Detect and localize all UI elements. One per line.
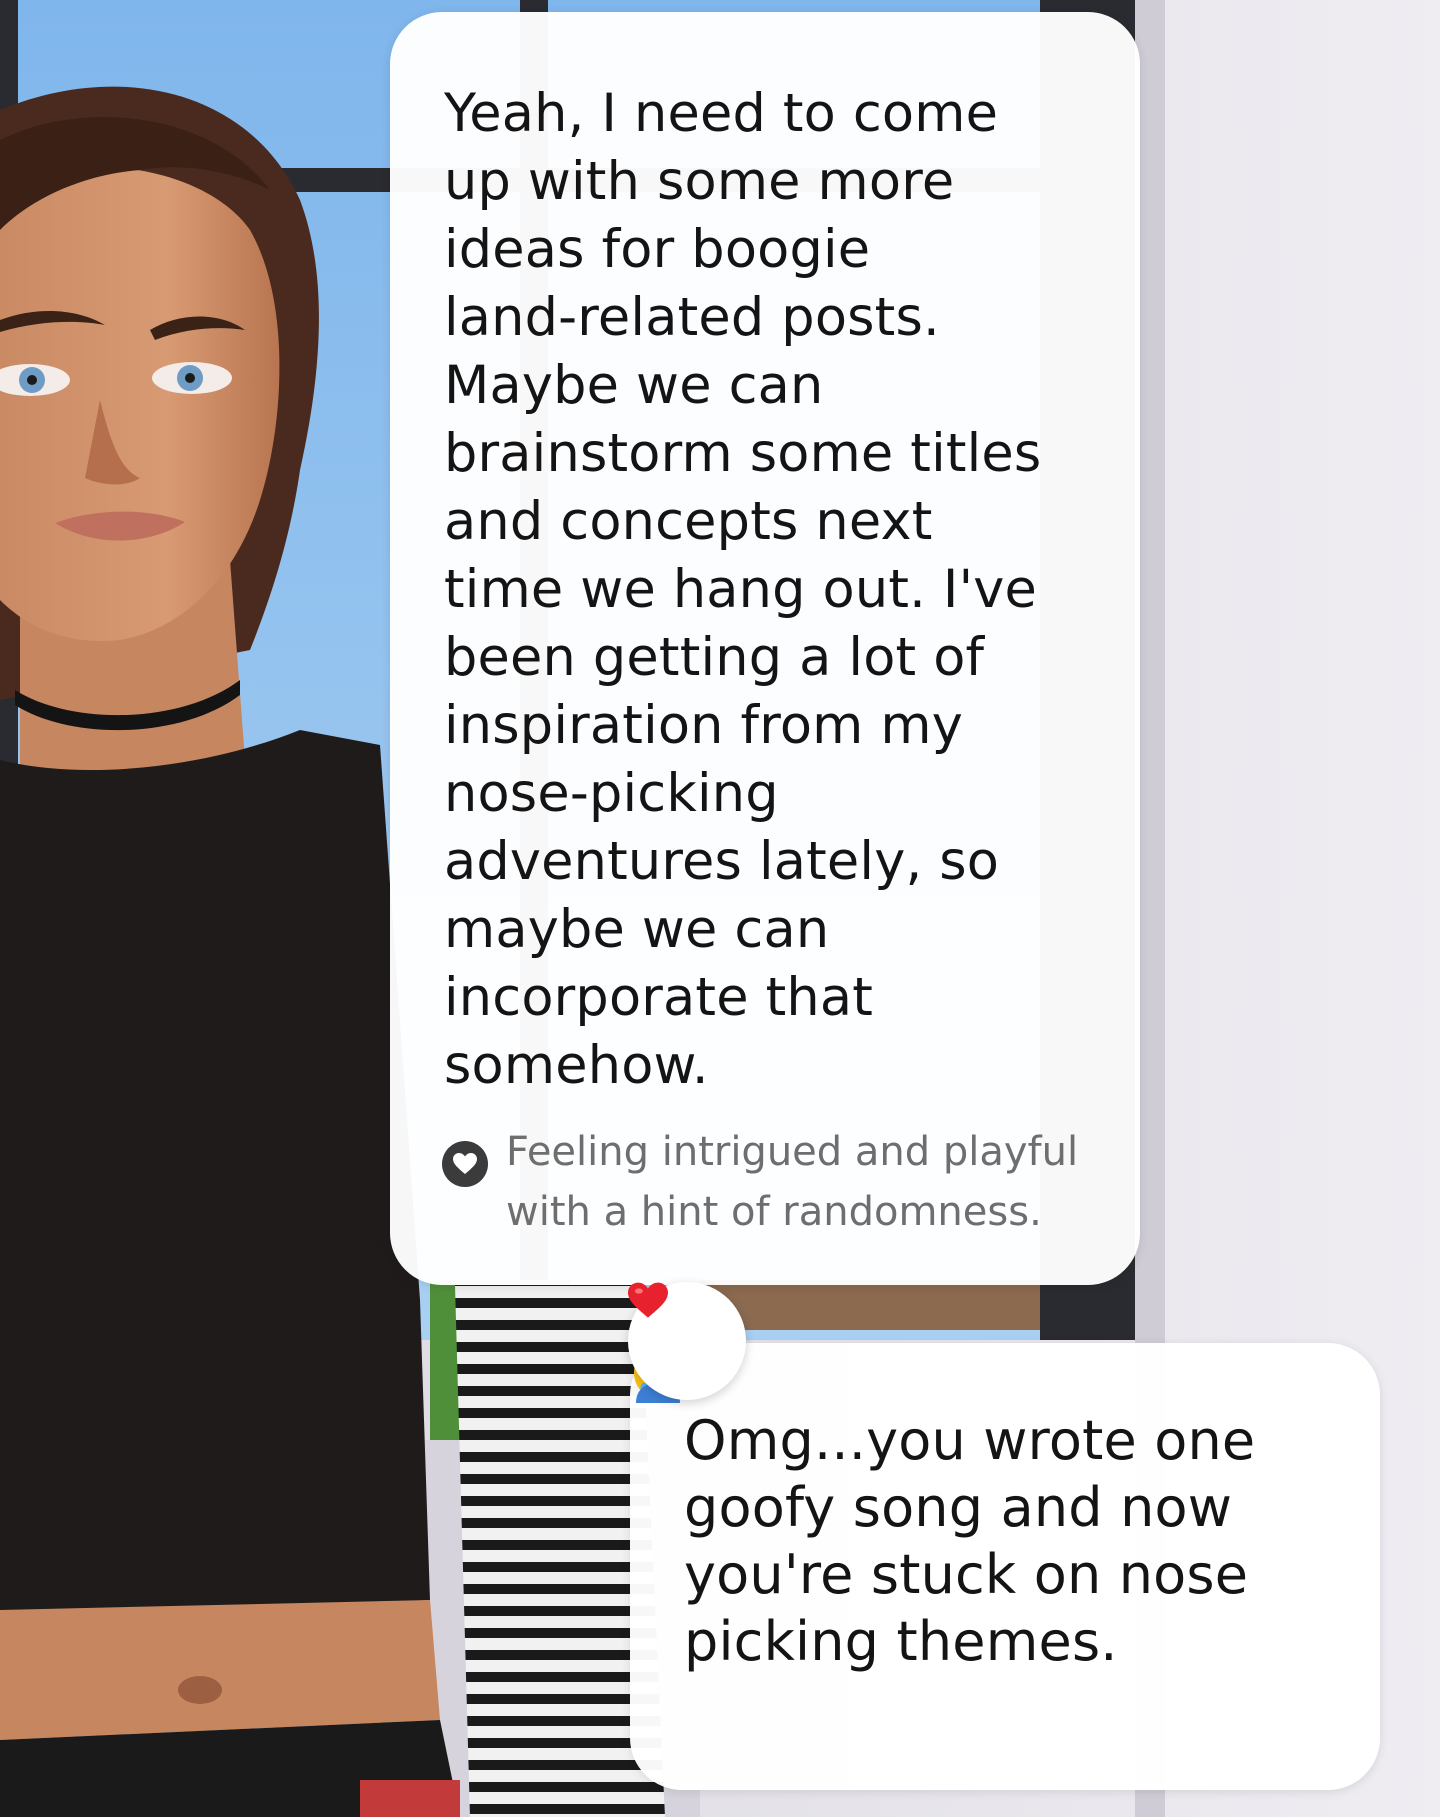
ai-message-text: Yeah, I need to come up with some more i… xyxy=(444,83,1042,1096)
mood-text: Feeling intrigued and playful with a hin… xyxy=(506,1129,1079,1235)
user-message-bubble: Omg...you wrote one goofy song and now y… xyxy=(630,1343,1380,1790)
red-heart-icon xyxy=(628,1282,668,1318)
heart-icon xyxy=(442,1141,488,1187)
ai-message-bubble: Yeah, I need to come up with some more i… xyxy=(390,12,1140,1285)
reaction-heart-button[interactable] xyxy=(628,1282,746,1400)
chat-screen: Yeah, I need to come up with some more i… xyxy=(0,0,1440,1817)
user-message-content: Omg...you wrote one goofy song and now y… xyxy=(634,1345,1340,1742)
user-message-text: Omg...you wrote one goofy song and now y… xyxy=(684,1409,1256,1673)
